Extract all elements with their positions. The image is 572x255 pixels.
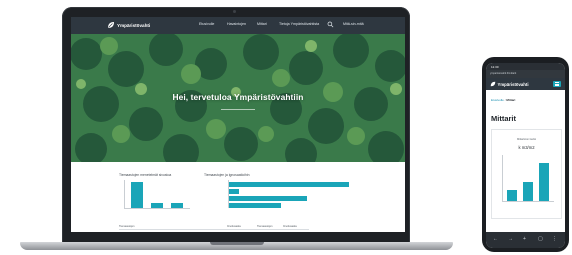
right-chart-bar <box>228 203 281 208</box>
phone-brand-name: Ympäristövahti <box>497 81 529 87</box>
hamburger-menu-icon[interactable] <box>553 81 561 87</box>
phone-screen: 12.30 ymparistovahti.fi/mittarit Ympäris… <box>486 63 565 248</box>
laptop-notch <box>210 242 264 245</box>
phone-chart-bar <box>539 162 549 201</box>
left-chart-bar <box>131 182 143 208</box>
stats-section: Tiemaastojen menetelmät sivustoa Tiemaas… <box>71 162 405 232</box>
left-chart-bar <box>151 202 163 208</box>
nav-link-havaintojen[interactable]: Havaintojen <box>227 22 246 26</box>
back-icon[interactable]: ← <box>493 237 498 242</box>
breadcrumb-current: Mittari <box>506 98 516 102</box>
phone-chart-bar <box>523 182 533 201</box>
chart-title-right: Tiemaastojen ja ignosaatioihin <box>204 173 250 177</box>
hero-divider <box>221 109 255 110</box>
table-header-1: Tiemaastojen <box>119 225 135 228</box>
page-title: Mittarit <box>491 114 516 123</box>
site-navbar: Ympäristövahti Etusivulle Havaintojen Mi… <box>71 17 405 34</box>
phone-chart-title: Mittariston tiedot <box>516 138 537 141</box>
phone-chart-bar <box>507 190 517 201</box>
search-icon[interactable] <box>327 21 334 28</box>
hero-banner: Hei, tervetuloa Ympäristövahtiin <box>71 34 405 162</box>
left-chart-bar <box>171 202 183 208</box>
breadcrumb-home[interactable]: Etusivulle <box>491 98 504 102</box>
right-chart-bar <box>228 189 239 194</box>
add-tab-icon[interactable]: + <box>523 237 526 242</box>
leaf-icon <box>490 81 496 87</box>
chart-title-left: Tiemaastojen menetelmät sivustoa <box>119 173 172 177</box>
nav-link-etusivulle[interactable]: Etusivulle <box>199 22 214 26</box>
hero-title: Hei, tervetuloa Ympäristövahtiin <box>172 92 304 102</box>
phone-url: ymparistovahti.fi/mittarit <box>490 72 517 75</box>
right-chart-bar <box>228 182 349 187</box>
more-icon[interactable]: ⋮ <box>552 237 557 242</box>
right-chart-bar <box>228 196 307 201</box>
table-header-4: Ilmoitusaika <box>283 225 297 228</box>
brand-name: Ympäristövahti <box>117 22 151 28</box>
breadcrumb: Etusivulle / Mittari <box>491 98 515 102</box>
phone-clock: 12.30 <box>491 64 499 69</box>
phone-brand-logo[interactable]: Ympäristövahti <box>490 81 529 87</box>
forward-icon[interactable]: → <box>508 237 513 242</box>
phone-browser-toolbar: ← → + ▢ ⋮ <box>486 232 565 248</box>
phone-status-bar: 12.30 <box>486 63 565 70</box>
phone-navbar: Ympäristövahti <box>486 78 565 90</box>
nav-link-tietoja[interactable]: Tietoja Ympäristövahtista <box>279 22 319 26</box>
table-header-3: Tiemaastojen <box>257 225 273 228</box>
phone-chart-unit: k m3/m2 <box>518 145 535 150</box>
phone-x-axis <box>502 201 554 202</box>
leaf-icon <box>108 22 114 28</box>
brand-logo[interactable]: Ympäristövahti <box>107 21 150 29</box>
y-axis-left <box>124 180 125 208</box>
nav-link-mittari[interactable]: Mittari <box>257 22 267 26</box>
laptop-camera <box>233 10 236 13</box>
tabs-icon[interactable]: ▢ <box>538 237 543 242</box>
x-axis-left <box>124 208 190 209</box>
table-header-2: Ilmoitusaika <box>227 225 241 228</box>
phone-y-axis <box>502 155 503 201</box>
nav-link-mita[interactable]: Mitä-sin-mitä <box>343 22 364 26</box>
phone-address-bar[interactable]: ymparistovahti.fi/mittarit <box>486 70 565 78</box>
laptop-screen: Ympäristövahti Etusivulle Havaintojen Mi… <box>71 17 405 232</box>
table-divider <box>119 229 309 230</box>
chart-card: Mittariston tiedot k m3/m2 <box>491 129 562 219</box>
